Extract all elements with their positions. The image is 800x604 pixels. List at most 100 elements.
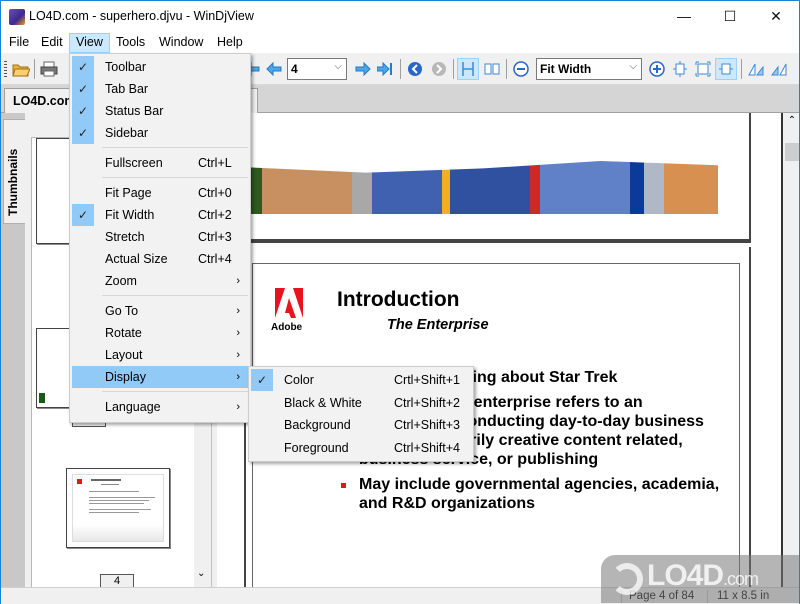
single-page-icon[interactable] xyxy=(457,58,479,80)
last-page-icon[interactable] xyxy=(374,58,396,80)
menu-view[interactable]: View xyxy=(69,33,110,53)
menu-item-shortcut: Crtl+Shift+1 xyxy=(394,373,461,387)
toolbar-grip[interactable] xyxy=(4,61,7,77)
sidebar-tab-strip: Thumbnails xyxy=(1,113,25,589)
display-menu-item-foreground[interactable]: Foreground Ctrl+Shift+4 xyxy=(251,437,471,459)
menu-item-shortcut: Ctrl+Shift+4 xyxy=(394,440,461,455)
display-submenu: ✓ Color Crtl+Shift+1 Black & White Ctrl+Shif… xyxy=(248,366,474,462)
actual-size-icon[interactable] xyxy=(692,58,714,80)
checkmark-icon xyxy=(72,226,94,248)
view-menu: ✓ Toolbar ✓ Tab Bar ✓ Status Bar ✓ Sidebar Fulls… xyxy=(69,53,251,423)
checkmark-icon xyxy=(72,344,94,366)
banner-segment xyxy=(450,161,530,214)
display-menu-item-color[interactable]: ✓ Color Crtl+Shift+1 xyxy=(251,369,471,391)
scroll-up-icon[interactable]: ⌃ xyxy=(785,115,799,129)
page-number-combo[interactable]: 4 ⌵ xyxy=(287,58,347,80)
fit-width-icon[interactable] xyxy=(715,58,737,80)
display-menu-item-black-white[interactable]: Black & White Ctrl+Shift+2 xyxy=(251,392,471,414)
menu-help[interactable]: Help xyxy=(211,33,249,53)
menu-item-label: Background xyxy=(284,418,351,432)
checkmark-icon xyxy=(72,152,94,174)
view-menu-item-status-bar[interactable]: ✓ Status Bar xyxy=(72,100,248,122)
maximize-button[interactable]: ☐ xyxy=(707,1,753,32)
submenu-arrow-icon: › xyxy=(236,275,240,287)
checkmark-icon xyxy=(72,322,94,344)
zoom-combo[interactable]: Fit Width ⌵ xyxy=(536,58,642,80)
view-menu-item-fit-width[interactable]: ✓ Fit Width Ctrl+2 xyxy=(72,204,248,226)
watermark-suffix: .com xyxy=(723,569,759,589)
view-menu-item-language[interactable]: Language › xyxy=(72,396,248,418)
menu-item-label: Tab Bar xyxy=(105,82,149,96)
document-scrollbar[interactable]: ⌃ xyxy=(781,113,799,589)
scroll-down-icon[interactable]: ⌄ xyxy=(197,568,205,579)
thumbnails-tab-label: Thumbnails xyxy=(6,148,20,216)
submenu-arrow-icon: › xyxy=(236,401,240,413)
title-bar: LO4D.com - superhero.djvu - WinDjView — … xyxy=(1,1,799,32)
prev-page-icon[interactable] xyxy=(263,58,285,80)
zoom-in-icon[interactable] xyxy=(646,58,668,80)
fit-page-icon[interactable] xyxy=(669,58,691,80)
view-menu-item-actual-size[interactable]: Actual Size Ctrl+4 xyxy=(72,248,248,270)
rotate-left-icon[interactable] xyxy=(745,58,767,80)
app-window: LO4D.com - superhero.djvu - WinDjView — … xyxy=(0,0,800,604)
menu-item-label: Status Bar xyxy=(105,104,164,118)
close-button[interactable]: ✕ xyxy=(753,1,799,32)
menu-edit[interactable]: Edit xyxy=(35,33,69,53)
menu-file[interactable]: File xyxy=(3,33,35,53)
document-view[interactable]: Adobe Introduction The Enterprise We are… xyxy=(217,113,781,589)
next-page-icon[interactable] xyxy=(352,58,374,80)
checkmark-icon: ✓ xyxy=(72,100,94,122)
view-menu-item-layout[interactable]: Layout › xyxy=(72,344,248,366)
menu-separator xyxy=(102,147,248,148)
view-menu-item-rotate[interactable]: Rotate › xyxy=(72,322,248,344)
checkmark-icon xyxy=(72,396,94,418)
menu-bar: File Edit View Tools Window Help xyxy=(1,32,799,53)
menu-item-label: Foreground xyxy=(284,440,349,455)
rotate-right-icon[interactable] xyxy=(768,58,790,80)
view-menu-item-sidebar[interactable]: ✓ Sidebar xyxy=(72,122,248,144)
menu-item-label: Color xyxy=(284,373,314,387)
view-menu-item-fullscreen[interactable]: Fullscreen Ctrl+L xyxy=(72,152,248,174)
bullet-item: May include governmental agencies, acade… xyxy=(339,475,739,513)
open-icon[interactable] xyxy=(10,58,32,80)
submenu-arrow-icon: › xyxy=(236,349,240,361)
view-menu-item-zoom[interactable]: Zoom › xyxy=(72,270,248,292)
print-icon[interactable] xyxy=(38,58,60,80)
forward-icon[interactable] xyxy=(428,58,450,80)
thumbnail-page-4[interactable] xyxy=(66,468,170,548)
back-icon[interactable] xyxy=(404,58,426,80)
checkmark-icon xyxy=(72,300,94,322)
toolbar-separator xyxy=(506,59,507,79)
view-menu-item-stretch[interactable]: Stretch Ctrl+3 xyxy=(72,226,248,248)
view-menu-item-toolbar[interactable]: ✓ Toolbar xyxy=(72,56,248,78)
display-menu-item-background[interactable]: Background Ctrl+Shift+3 xyxy=(251,414,471,436)
zoom-out-icon[interactable] xyxy=(510,58,532,80)
checkmark-icon: ✓ xyxy=(72,204,94,226)
slide-subtitle: The Enterprise xyxy=(387,317,489,333)
minimize-button[interactable]: — xyxy=(661,1,707,32)
menu-tools[interactable]: Tools xyxy=(110,33,151,53)
adobe-logo-icon xyxy=(275,288,303,318)
facing-pages-icon[interactable] xyxy=(481,58,503,80)
banner-segment xyxy=(442,161,450,214)
menu-item-shortcut: Ctrl+Shift+2 xyxy=(394,395,461,410)
menu-item-label: Fit Page xyxy=(105,186,152,200)
page-number-value: 4 xyxy=(291,62,298,76)
menu-separator xyxy=(102,391,248,392)
header-banner-image xyxy=(248,161,718,214)
banner-segment xyxy=(530,161,540,214)
submenu-arrow-icon: › xyxy=(236,371,240,383)
thumbnails-tab[interactable]: Thumbnails xyxy=(3,119,25,224)
view-menu-item-display[interactable]: Display › xyxy=(72,366,248,388)
menu-window[interactable]: Window xyxy=(153,33,209,53)
view-menu-item-fit-page[interactable]: Fit Page Ctrl+0 xyxy=(72,182,248,204)
banner-segment xyxy=(644,161,664,214)
view-menu-item-tab-bar[interactable]: ✓ Tab Bar xyxy=(72,78,248,100)
menu-item-label: Fit Width xyxy=(105,208,155,222)
menu-item-shortcut: Ctrl+2 xyxy=(198,208,232,222)
menu-item-label: Rotate xyxy=(105,326,142,340)
thumbnail-image xyxy=(39,393,45,403)
checkmark-icon: ✓ xyxy=(72,122,94,144)
scrollbar-thumb[interactable] xyxy=(785,143,799,161)
view-menu-item-go-to[interactable]: Go To › xyxy=(72,300,248,322)
